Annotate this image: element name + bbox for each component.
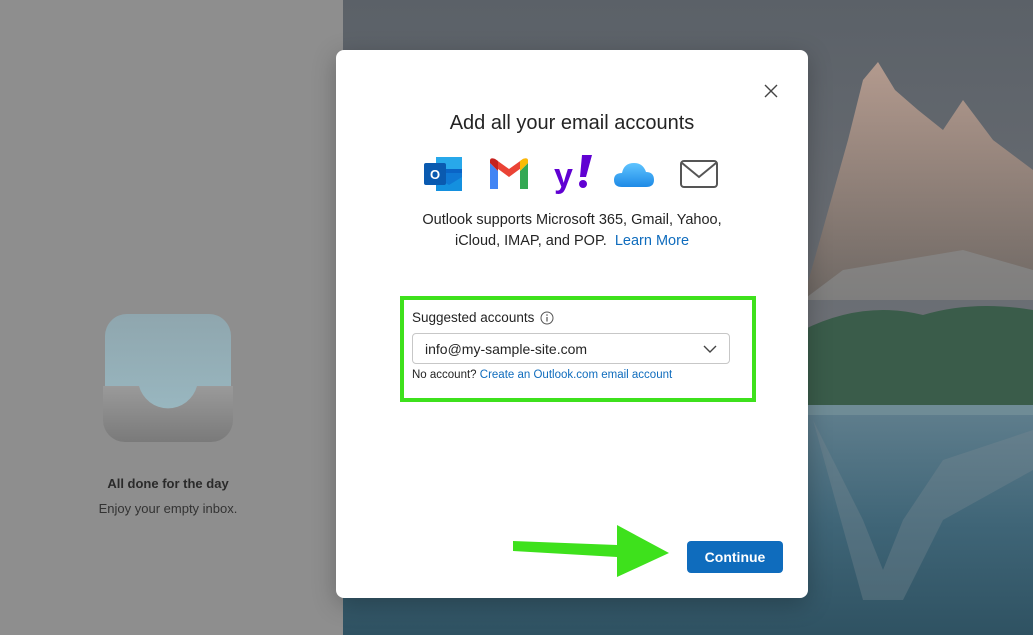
svg-text:y: y (554, 157, 573, 195)
continue-button[interactable]: Continue (687, 541, 783, 573)
info-icon[interactable] (540, 311, 554, 325)
description-line-1: Outlook supports Microsoft 365, Gmail, Y… (422, 212, 722, 228)
chevron-down-icon (703, 345, 717, 353)
learn-more-link[interactable]: Learn More (615, 233, 689, 249)
create-outlook-account-link[interactable]: Create an Outlook.com email account (480, 369, 672, 381)
suggested-accounts-text: Suggested accounts (412, 310, 535, 325)
outlook-icon: O (424, 157, 462, 191)
green-arrow-annotation (513, 525, 669, 577)
suggested-accounts-label: Suggested accounts (412, 310, 554, 325)
empty-inbox-title: All done for the day (107, 476, 229, 491)
empty-inbox-subtitle: Enjoy your empty inbox. (98, 501, 238, 516)
description-line-2: iCloud, IMAP, and POP. (454, 233, 607, 249)
no-account-text: No account? (412, 369, 477, 381)
left-pane: All done for the day Enjoy your empty in… (0, 0, 343, 635)
add-accounts-dialog: Add all your email accounts O y Outlook … (336, 50, 808, 598)
dialog-title: Add all your email accounts (449, 112, 695, 134)
empty-inbox-icon (103, 314, 233, 442)
icloud-icon (614, 163, 654, 187)
selected-account-value: info@my-sample-site.com (425, 341, 588, 357)
yahoo-icon: y (554, 155, 592, 195)
no-account-row: No account? Create an Outlook.com email … (412, 369, 672, 381)
supported-providers-text: Outlook supports Microsoft 365, Gmail, Y… (336, 210, 808, 252)
provider-icons: O y (422, 153, 722, 195)
gmail-icon (490, 158, 528, 189)
svg-text:O: O (430, 167, 440, 182)
suggested-accounts-dropdown[interactable]: info@my-sample-site.com (412, 333, 730, 364)
close-icon (764, 84, 778, 98)
generic-mail-icon (680, 160, 718, 188)
close-button[interactable] (756, 80, 786, 102)
